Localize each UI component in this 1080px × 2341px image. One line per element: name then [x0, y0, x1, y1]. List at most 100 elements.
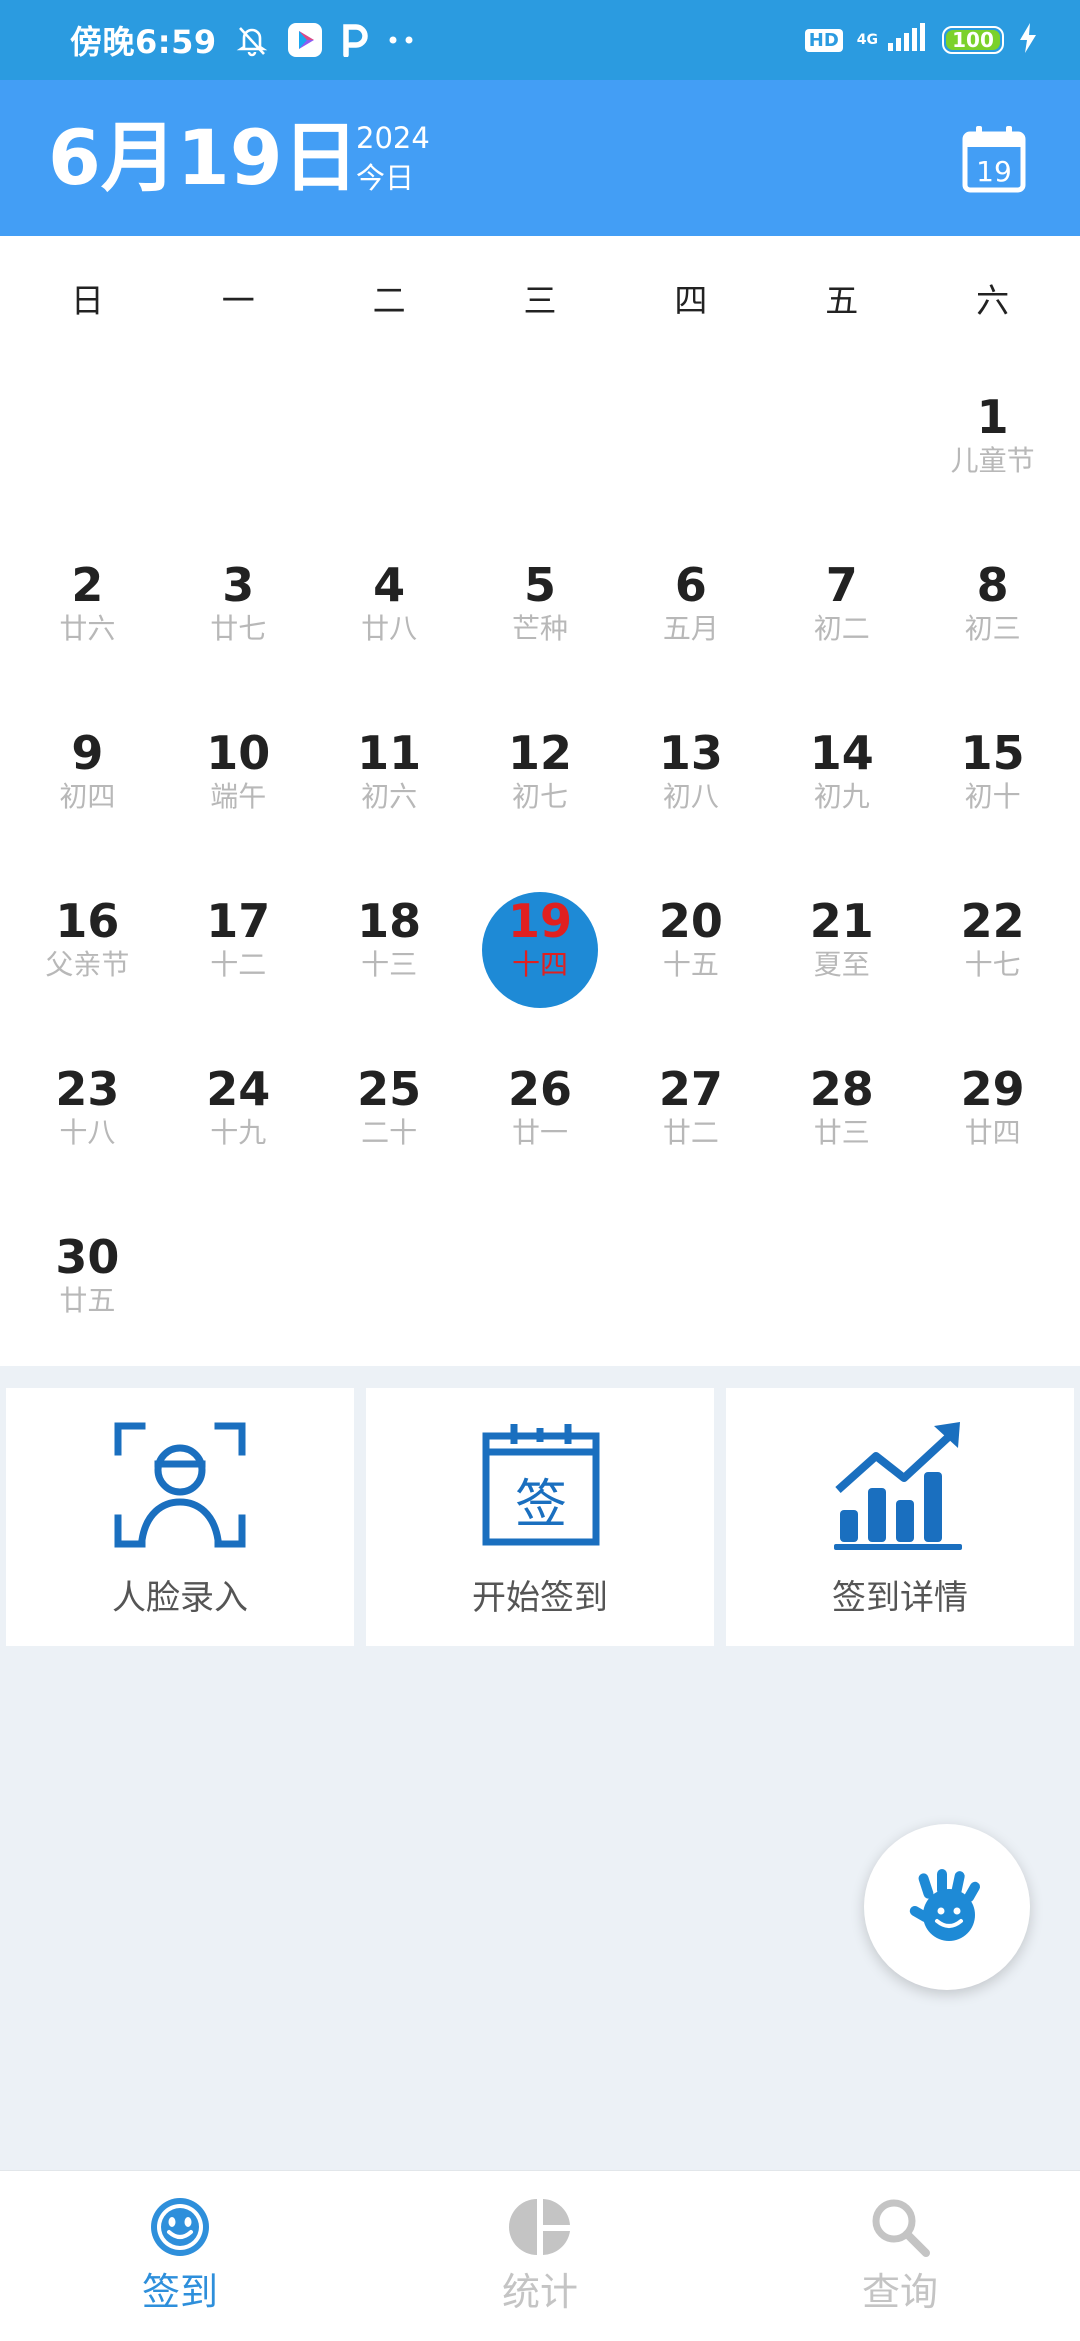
day-number: 26: [507, 1062, 572, 1116]
day-cell[interactable]: 7 初二: [766, 544, 917, 712]
day-grid: 1 儿童节 2 廿六 3 廿七 4 廿八 5 芒种 6 五月 7 初二 8 初三 9 初四 10 端午 11 初六 12 初七…: [0, 376, 1080, 1384]
day-number: 6: [674, 558, 707, 612]
day-number: 13: [658, 726, 723, 780]
day-cell[interactable]: 22 十七: [917, 880, 1068, 1048]
lunar-date: 初六: [361, 780, 418, 813]
weekday-label: 三: [523, 281, 557, 320]
start-sign-in-button[interactable]: 签 开始签到: [366, 1388, 714, 1646]
day-cell[interactable]: 20 十五: [615, 880, 766, 1048]
day-cell[interactable]: 25 二十: [314, 1048, 465, 1216]
weekday-label: 二: [372, 281, 406, 320]
empty-day-cell: [465, 376, 616, 544]
day-cell[interactable]: 29 廿四: [917, 1048, 1068, 1216]
lunar-date: 廿二: [662, 1116, 719, 1149]
calendar-icon-day: 19: [976, 155, 1012, 188]
day-number: 19: [507, 894, 572, 948]
nav-sign-in[interactable]: 签到: [0, 2171, 360, 2341]
day-number: 3: [222, 558, 255, 612]
day-cell[interactable]: 12 初七: [465, 712, 616, 880]
signal-icon: [886, 23, 928, 57]
lunar-date: 初二: [813, 612, 870, 645]
day-number: 9: [71, 726, 104, 780]
day-cell[interactable]: 18 十三: [314, 880, 465, 1048]
empty-day-cell: [12, 376, 163, 544]
lunar-date: 十四: [511, 948, 568, 981]
day-cell[interactable]: 15 初十: [917, 712, 1068, 880]
day-cell[interactable]: 26 廿一: [465, 1048, 616, 1216]
day-cell[interactable]: 6 五月: [615, 544, 766, 712]
p-app-icon: [341, 23, 369, 57]
day-number: 29: [960, 1062, 1025, 1116]
status-bar: 傍晚6:59 HD 4G 100: [0, 0, 1080, 80]
today-calendar-button[interactable]: 19: [962, 124, 1026, 194]
weekday-label: 日: [70, 281, 104, 320]
day-number: 2: [71, 558, 104, 612]
calendar-icon: 19: [962, 126, 1026, 193]
day-number: 20: [658, 894, 723, 948]
nav-query[interactable]: 查询: [720, 2171, 1080, 2341]
lunar-date: 廿三: [813, 1116, 870, 1149]
sign-in-details-button[interactable]: 签到详情: [726, 1388, 1074, 1646]
day-number: 17: [206, 894, 271, 948]
day-cell[interactable]: 17 十二: [163, 880, 314, 1048]
day-number: 11: [357, 726, 422, 780]
lunar-date: 初四: [59, 780, 116, 813]
lunar-date: 初十: [964, 780, 1021, 813]
day-cell[interactable]: 1 儿童节: [917, 376, 1068, 544]
day-cell[interactable]: 11 初六: [314, 712, 465, 880]
mute-bell-icon: [235, 23, 269, 57]
day-cell[interactable]: 10 端午: [163, 712, 314, 880]
day-cell[interactable]: 13 初八: [615, 712, 766, 880]
lunar-date: 十三: [361, 948, 418, 981]
lunar-date: 夏至: [813, 948, 870, 981]
day-cell[interactable]: 23 十八: [12, 1048, 163, 1216]
day-cell[interactable]: 16 父亲节: [12, 880, 163, 1048]
calendar-sign-icon: 签: [482, 1424, 600, 1546]
selected-date: 6月19日: [48, 113, 359, 202]
day-cell-selected[interactable]: 19 十四: [465, 880, 616, 1048]
lunar-date: 廿八: [361, 612, 418, 645]
search-icon: [872, 2199, 930, 2257]
year-label: 2024: [356, 121, 430, 155]
day-cell[interactable]: 28 廿三: [766, 1048, 917, 1216]
day-cell[interactable]: 9 初四: [12, 712, 163, 880]
day-cell[interactable]: 5 芒种: [465, 544, 616, 712]
empty-day-cell: [163, 376, 314, 544]
month-calendar: 日一二三四五六 1 儿童节 2 廿六 3 廿七 4 廿八 5 芒种 6 五月 7 初二 8 初三 9 初四 10 端午…: [0, 236, 1080, 1366]
day-number: 8: [976, 558, 1009, 612]
day-number: 23: [55, 1062, 120, 1116]
bottom-navigation: 签到 统计 查询: [0, 2170, 1080, 2341]
lunar-date: 五月: [662, 612, 719, 645]
face-enroll-button[interactable]: 人脸录入: [6, 1388, 354, 1646]
date-header: 6月19日 2024 今日 19: [0, 80, 1080, 236]
day-cell[interactable]: 21 夏至: [766, 880, 917, 1048]
weekday-header: 日一二三四五六: [0, 274, 1080, 322]
more-dots-icon: [387, 35, 417, 45]
nav-query-label: 查询: [861, 2270, 938, 2314]
day-cell[interactable]: 3 廿七: [163, 544, 314, 712]
day-cell[interactable]: 30 廿五: [12, 1216, 163, 1384]
day-cell[interactable]: 8 初三: [917, 544, 1068, 712]
nav-sign-in-label: 签到: [141, 2270, 218, 2314]
day-number: 28: [809, 1062, 874, 1116]
day-cell[interactable]: 4 廿八: [314, 544, 465, 712]
today-label: 今日: [356, 161, 415, 195]
lunar-date: 初八: [662, 780, 719, 813]
nav-statistics-label: 统计: [501, 2270, 578, 2314]
lunar-date: 廿六: [59, 612, 116, 645]
smiling-hand-icon: [909, 1869, 980, 1941]
battery-indicator: 100: [942, 26, 1004, 54]
day-number: 10: [206, 726, 271, 780]
nav-statistics[interactable]: 统计: [360, 2171, 720, 2341]
day-cell[interactable]: 24 十九: [163, 1048, 314, 1216]
day-number: 16: [55, 894, 120, 948]
pie-chart-icon: [509, 2199, 570, 2255]
lunar-date: 二十: [361, 1116, 418, 1149]
action-panel: 人脸录入 签 开始签到 签到详情: [0, 1388, 1080, 1648]
day-cell[interactable]: 27 廿二: [615, 1048, 766, 1216]
day-number: 18: [357, 894, 422, 948]
day-cell[interactable]: 14 初九: [766, 712, 917, 880]
day-cell[interactable]: 2 廿六: [12, 544, 163, 712]
calendar-sign-icon-text: 签: [515, 1475, 567, 1535]
assistant-fab[interactable]: [864, 1824, 1030, 1990]
